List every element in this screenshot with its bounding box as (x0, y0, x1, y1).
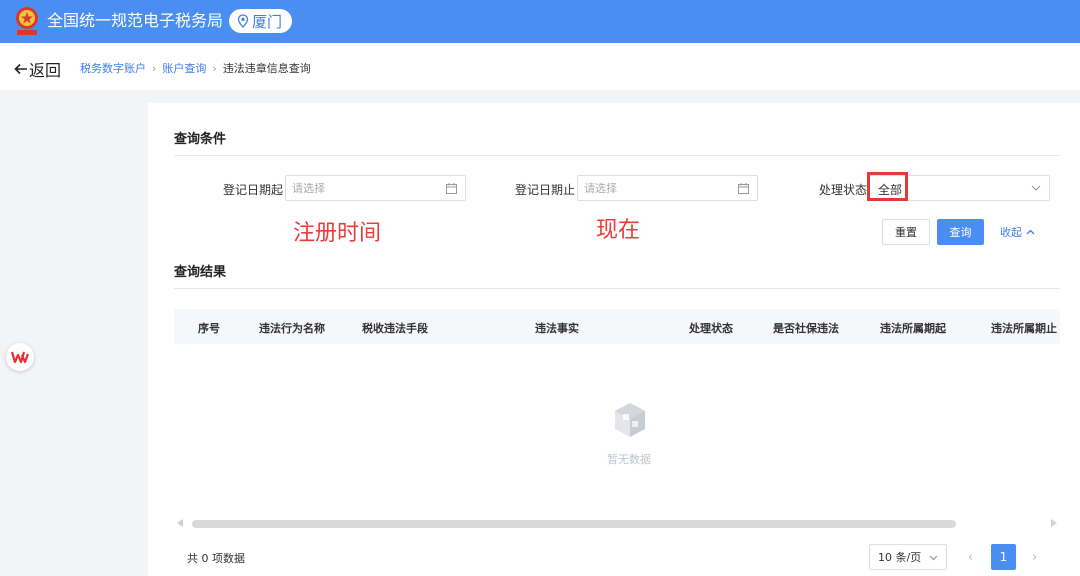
breadcrumb-account-query[interactable]: 账户查询 (162, 60, 206, 76)
calendar-icon (738, 183, 749, 194)
empty-state-text: 暂无数据 (607, 453, 651, 466)
location-pin-icon (237, 14, 249, 28)
breadcrumb: 税务数字账户 › 账户查询 › 违法违章信息查询 (80, 60, 311, 76)
annotation-now: 现在 (596, 218, 641, 243)
breadcrumb-separator: › (152, 61, 157, 75)
status-label: 处理状态 (819, 183, 868, 197)
collapse-toggle[interactable]: 收起 (1000, 224, 1035, 240)
back-label: 返回 (29, 61, 62, 80)
app-title: 全国统一规范电子税务局 (47, 11, 224, 30)
wps-logo-icon (11, 351, 29, 363)
column-header-violation-name: 违法行为名称 (259, 322, 325, 335)
query-button[interactable]: 查询 (937, 219, 984, 245)
breadcrumb-separator: › (212, 61, 217, 75)
chevron-down-icon (1031, 185, 1041, 191)
start-date-placeholder: 请选择 (292, 182, 325, 195)
tax-emblem-icon (16, 7, 38, 35)
scrollbar-thumb[interactable] (192, 520, 956, 528)
divider (174, 288, 1060, 289)
chevron-up-icon (1026, 229, 1035, 235)
column-header-violation-means: 税收违法手段 (362, 322, 428, 335)
calendar-icon (446, 183, 457, 194)
prev-page-icon[interactable]: ‹ (968, 550, 973, 565)
reset-button[interactable]: 重置 (882, 219, 930, 245)
column-header-social-security: 是否社保违法 (773, 322, 839, 335)
sub-header: 返回 税务数字账户 › 账户查询 › 违法违章信息查询 (0, 43, 1080, 90)
column-header-violation-facts: 违法事实 (535, 322, 579, 335)
start-date-label: 登记日期起 (223, 183, 284, 197)
column-header-status: 处理状态 (689, 322, 733, 335)
scroll-left-icon[interactable] (177, 519, 183, 527)
collapse-label: 收起 (1000, 226, 1022, 239)
arrow-left-icon (14, 63, 27, 75)
query-section-title: 查询条件 (174, 132, 227, 147)
results-table-header: 序号 违法行为名称 税收违法手段 违法事实 处理状态 是否社保违法 违法所属期起… (174, 309, 1060, 344)
column-header-period-start: 违法所属期起 (880, 322, 946, 335)
city-name: 厦门 (252, 12, 283, 31)
city-selector[interactable]: 厦门 (229, 9, 293, 33)
page-number-current[interactable]: 1 (991, 544, 1016, 570)
left-rail (0, 90, 148, 576)
divider (174, 155, 1060, 156)
end-date-label: 登记日期止 (515, 183, 576, 197)
back-button[interactable]: 返回 (14, 57, 61, 81)
breadcrumb-tax-account[interactable]: 税务数字账户 (80, 60, 146, 76)
results-section-title: 查询结果 (174, 265, 227, 280)
wps-floating-button[interactable] (6, 343, 34, 371)
page-size-value: 10 条/页 (878, 551, 922, 564)
end-date-input[interactable]: 请选择 (577, 175, 758, 201)
breadcrumb-current: 违法违章信息查询 (222, 62, 311, 75)
column-header-index: 序号 (198, 322, 220, 335)
scroll-right-icon[interactable] (1051, 519, 1057, 527)
end-date-placeholder: 请选择 (584, 182, 617, 195)
chevron-down-icon (929, 555, 938, 561)
annotation-registration-time: 注册时间 (293, 221, 382, 246)
status-highlight-box (867, 172, 908, 201)
next-page-icon[interactable]: › (1032, 550, 1037, 565)
column-header-period-end: 违法所属期止 (991, 322, 1057, 335)
page-size-select[interactable]: 10 条/页 (869, 544, 947, 570)
total-count: 共 0 项数据 (187, 552, 245, 565)
start-date-input[interactable]: 请选择 (285, 175, 466, 201)
top-bar: 全国统一规范电子税务局 厦门 (0, 0, 1080, 43)
empty-box-icon (615, 403, 645, 437)
